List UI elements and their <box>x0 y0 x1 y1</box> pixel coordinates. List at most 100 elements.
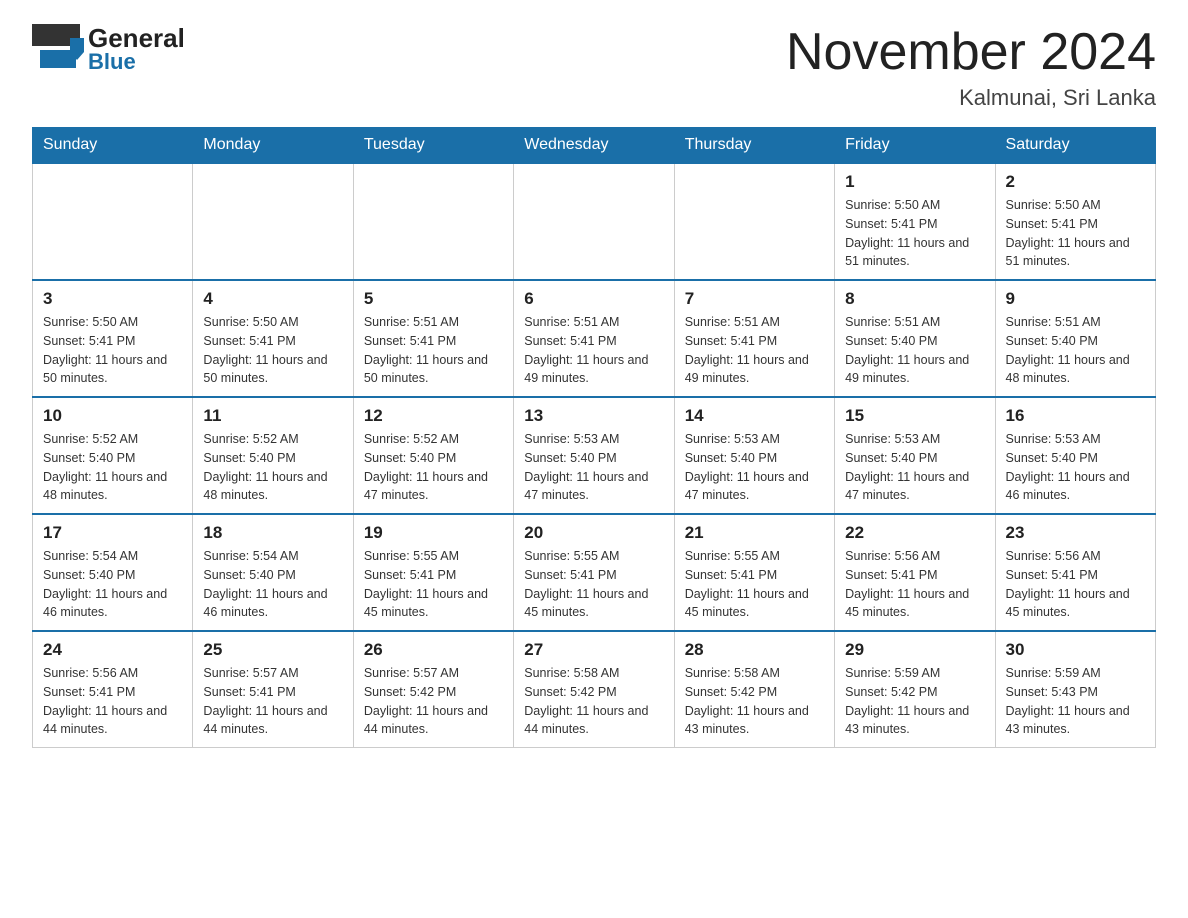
calendar-cell: 6 Sunrise: 5:51 AM Sunset: 5:41 PM Daylig… <box>514 280 674 397</box>
day-info: Sunrise: 5:58 AM Sunset: 5:42 PM Dayligh… <box>524 664 663 739</box>
day-number: 27 <box>524 640 663 660</box>
day-info: Sunrise: 5:51 AM Sunset: 5:41 PM Dayligh… <box>524 313 663 388</box>
day-number: 4 <box>203 289 342 309</box>
calendar-cell: 2 Sunrise: 5:50 AM Sunset: 5:41 PM Daylig… <box>995 163 1155 280</box>
day-number: 14 <box>685 406 824 426</box>
day-number: 22 <box>845 523 984 543</box>
calendar-cell: 5 Sunrise: 5:51 AM Sunset: 5:41 PM Daylig… <box>353 280 513 397</box>
day-info: Sunrise: 5:53 AM Sunset: 5:40 PM Dayligh… <box>1006 430 1145 505</box>
day-info: Sunrise: 5:52 AM Sunset: 5:40 PM Dayligh… <box>203 430 342 505</box>
calendar-cell <box>514 163 674 280</box>
calendar-cell: 12 Sunrise: 5:52 AM Sunset: 5:40 PM Dayli… <box>353 397 513 514</box>
day-number: 23 <box>1006 523 1145 543</box>
calendar-cell: 24Sunrise: 5:56 AM Sunset: 5:41 PM Dayli… <box>33 631 193 748</box>
calendar-cell: 3 Sunrise: 5:50 AM Sunset: 5:41 PM Daylig… <box>33 280 193 397</box>
day-info: Sunrise: 5:52 AM Sunset: 5:40 PM Dayligh… <box>43 430 182 505</box>
header-tuesday: Tuesday <box>353 128 513 164</box>
day-info: Sunrise: 5:55 AM Sunset: 5:41 PM Dayligh… <box>685 547 824 622</box>
weekday-header-row: Sunday Monday Tuesday Wednesday Thursday… <box>33 128 1156 164</box>
day-number: 12 <box>364 406 503 426</box>
day-number: 15 <box>845 406 984 426</box>
day-info: Sunrise: 5:50 AM Sunset: 5:41 PM Dayligh… <box>43 313 182 388</box>
calendar-cell: 11 Sunrise: 5:52 AM Sunset: 5:40 PM Dayli… <box>193 397 353 514</box>
calendar-cell: 7Sunrise: 5:51 AM Sunset: 5:41 PM Daylig… <box>674 280 834 397</box>
logo-general-text: General <box>88 25 185 51</box>
day-info: Sunrise: 5:59 AM Sunset: 5:43 PM Dayligh… <box>1006 664 1145 739</box>
day-info: Sunrise: 5:53 AM Sunset: 5:40 PM Dayligh… <box>685 430 824 505</box>
day-number: 2 <box>1006 172 1145 192</box>
header-saturday: Saturday <box>995 128 1155 164</box>
header-wednesday: Wednesday <box>514 128 674 164</box>
calendar-table: Sunday Monday Tuesday Wednesday Thursday… <box>32 127 1156 748</box>
logo-wrapper: General Blue <box>32 24 185 73</box>
day-number: 10 <box>43 406 182 426</box>
calendar-cell: 25 Sunrise: 5:57 AM Sunset: 5:41 PM Dayli… <box>193 631 353 748</box>
week-row-3: 10 Sunrise: 5:52 AM Sunset: 5:40 PM Dayli… <box>33 397 1156 514</box>
day-number: 16 <box>1006 406 1145 426</box>
day-number: 25 <box>203 640 342 660</box>
calendar-cell: 23 Sunrise: 5:56 AM Sunset: 5:41 PM Dayli… <box>995 514 1155 631</box>
day-info: Sunrise: 5:50 AM Sunset: 5:41 PM Dayligh… <box>845 196 984 271</box>
calendar-cell: 14 Sunrise: 5:53 AM Sunset: 5:40 PM Dayli… <box>674 397 834 514</box>
day-number: 3 <box>43 289 182 309</box>
calendar-cell: 16 Sunrise: 5:53 AM Sunset: 5:40 PM Dayli… <box>995 397 1155 514</box>
calendar-cell: 30 Sunrise: 5:59 AM Sunset: 5:43 PM Dayli… <box>995 631 1155 748</box>
day-info: Sunrise: 5:50 AM Sunset: 5:41 PM Dayligh… <box>1006 196 1145 271</box>
calendar-cell: 13 Sunrise: 5:53 AM Sunset: 5:40 PM Dayli… <box>514 397 674 514</box>
logo-text: General Blue <box>88 25 185 73</box>
day-info: Sunrise: 5:50 AM Sunset: 5:41 PM Dayligh… <box>203 313 342 388</box>
day-number: 17 <box>43 523 182 543</box>
day-info: Sunrise: 5:51 AM Sunset: 5:40 PM Dayligh… <box>845 313 984 388</box>
day-number: 11 <box>203 406 342 426</box>
day-info: Sunrise: 5:51 AM Sunset: 5:41 PM Dayligh… <box>364 313 503 388</box>
day-number: 21 <box>685 523 824 543</box>
calendar-cell: 10 Sunrise: 5:52 AM Sunset: 5:40 PM Dayli… <box>33 397 193 514</box>
day-info: Sunrise: 5:57 AM Sunset: 5:42 PM Dayligh… <box>364 664 503 739</box>
calendar-cell: 17Sunrise: 5:54 AM Sunset: 5:40 PM Dayli… <box>33 514 193 631</box>
calendar-cell <box>674 163 834 280</box>
calendar-cell: 1 Sunrise: 5:50 AM Sunset: 5:41 PM Daylig… <box>835 163 995 280</box>
header: General Blue November 2024 Kalmunai, Sri… <box>32 24 1156 111</box>
logo-area: General Blue <box>32 24 185 73</box>
day-info: Sunrise: 5:58 AM Sunset: 5:42 PM Dayligh… <box>685 664 824 739</box>
calendar-cell: 27 Sunrise: 5:58 AM Sunset: 5:42 PM Dayli… <box>514 631 674 748</box>
day-number: 20 <box>524 523 663 543</box>
day-info: Sunrise: 5:53 AM Sunset: 5:40 PM Dayligh… <box>524 430 663 505</box>
logo-icon <box>32 24 84 73</box>
calendar-cell: 20 Sunrise: 5:55 AM Sunset: 5:41 PM Dayli… <box>514 514 674 631</box>
day-info: Sunrise: 5:55 AM Sunset: 5:41 PM Dayligh… <box>364 547 503 622</box>
header-sunday: Sunday <box>33 128 193 164</box>
day-number: 8 <box>845 289 984 309</box>
day-number: 13 <box>524 406 663 426</box>
title-area: November 2024 Kalmunai, Sri Lanka <box>786 24 1156 111</box>
location-title: Kalmunai, Sri Lanka <box>786 85 1156 111</box>
day-info: Sunrise: 5:56 AM Sunset: 5:41 PM Dayligh… <box>43 664 182 739</box>
day-number: 9 <box>1006 289 1145 309</box>
day-info: Sunrise: 5:52 AM Sunset: 5:40 PM Dayligh… <box>364 430 503 505</box>
calendar-cell: 8 Sunrise: 5:51 AM Sunset: 5:40 PM Daylig… <box>835 280 995 397</box>
calendar-cell: 4 Sunrise: 5:50 AM Sunset: 5:41 PM Daylig… <box>193 280 353 397</box>
day-number: 30 <box>1006 640 1145 660</box>
calendar-cell: 22Sunrise: 5:56 AM Sunset: 5:41 PM Dayli… <box>835 514 995 631</box>
day-number: 26 <box>364 640 503 660</box>
calendar-cell <box>353 163 513 280</box>
day-number: 18 <box>203 523 342 543</box>
day-info: Sunrise: 5:51 AM Sunset: 5:40 PM Dayligh… <box>1006 313 1145 388</box>
day-number: 28 <box>685 640 824 660</box>
day-number: 5 <box>364 289 503 309</box>
day-info: Sunrise: 5:56 AM Sunset: 5:41 PM Dayligh… <box>1006 547 1145 622</box>
day-number: 7 <box>685 289 824 309</box>
calendar-cell <box>193 163 353 280</box>
day-number: 1 <box>845 172 984 192</box>
logo-blue-text: Blue <box>88 51 185 73</box>
calendar-cell: 15 Sunrise: 5:53 AM Sunset: 5:40 PM Dayli… <box>835 397 995 514</box>
day-info: Sunrise: 5:55 AM Sunset: 5:41 PM Dayligh… <box>524 547 663 622</box>
calendar-cell: 21 Sunrise: 5:55 AM Sunset: 5:41 PM Dayli… <box>674 514 834 631</box>
day-info: Sunrise: 5:53 AM Sunset: 5:40 PM Dayligh… <box>845 430 984 505</box>
day-number: 6 <box>524 289 663 309</box>
week-row-5: 24Sunrise: 5:56 AM Sunset: 5:41 PM Dayli… <box>33 631 1156 748</box>
day-info: Sunrise: 5:59 AM Sunset: 5:42 PM Dayligh… <box>845 664 984 739</box>
header-friday: Friday <box>835 128 995 164</box>
calendar-cell: 18Sunrise: 5:54 AM Sunset: 5:40 PM Dayli… <box>193 514 353 631</box>
day-info: Sunrise: 5:57 AM Sunset: 5:41 PM Dayligh… <box>203 664 342 739</box>
